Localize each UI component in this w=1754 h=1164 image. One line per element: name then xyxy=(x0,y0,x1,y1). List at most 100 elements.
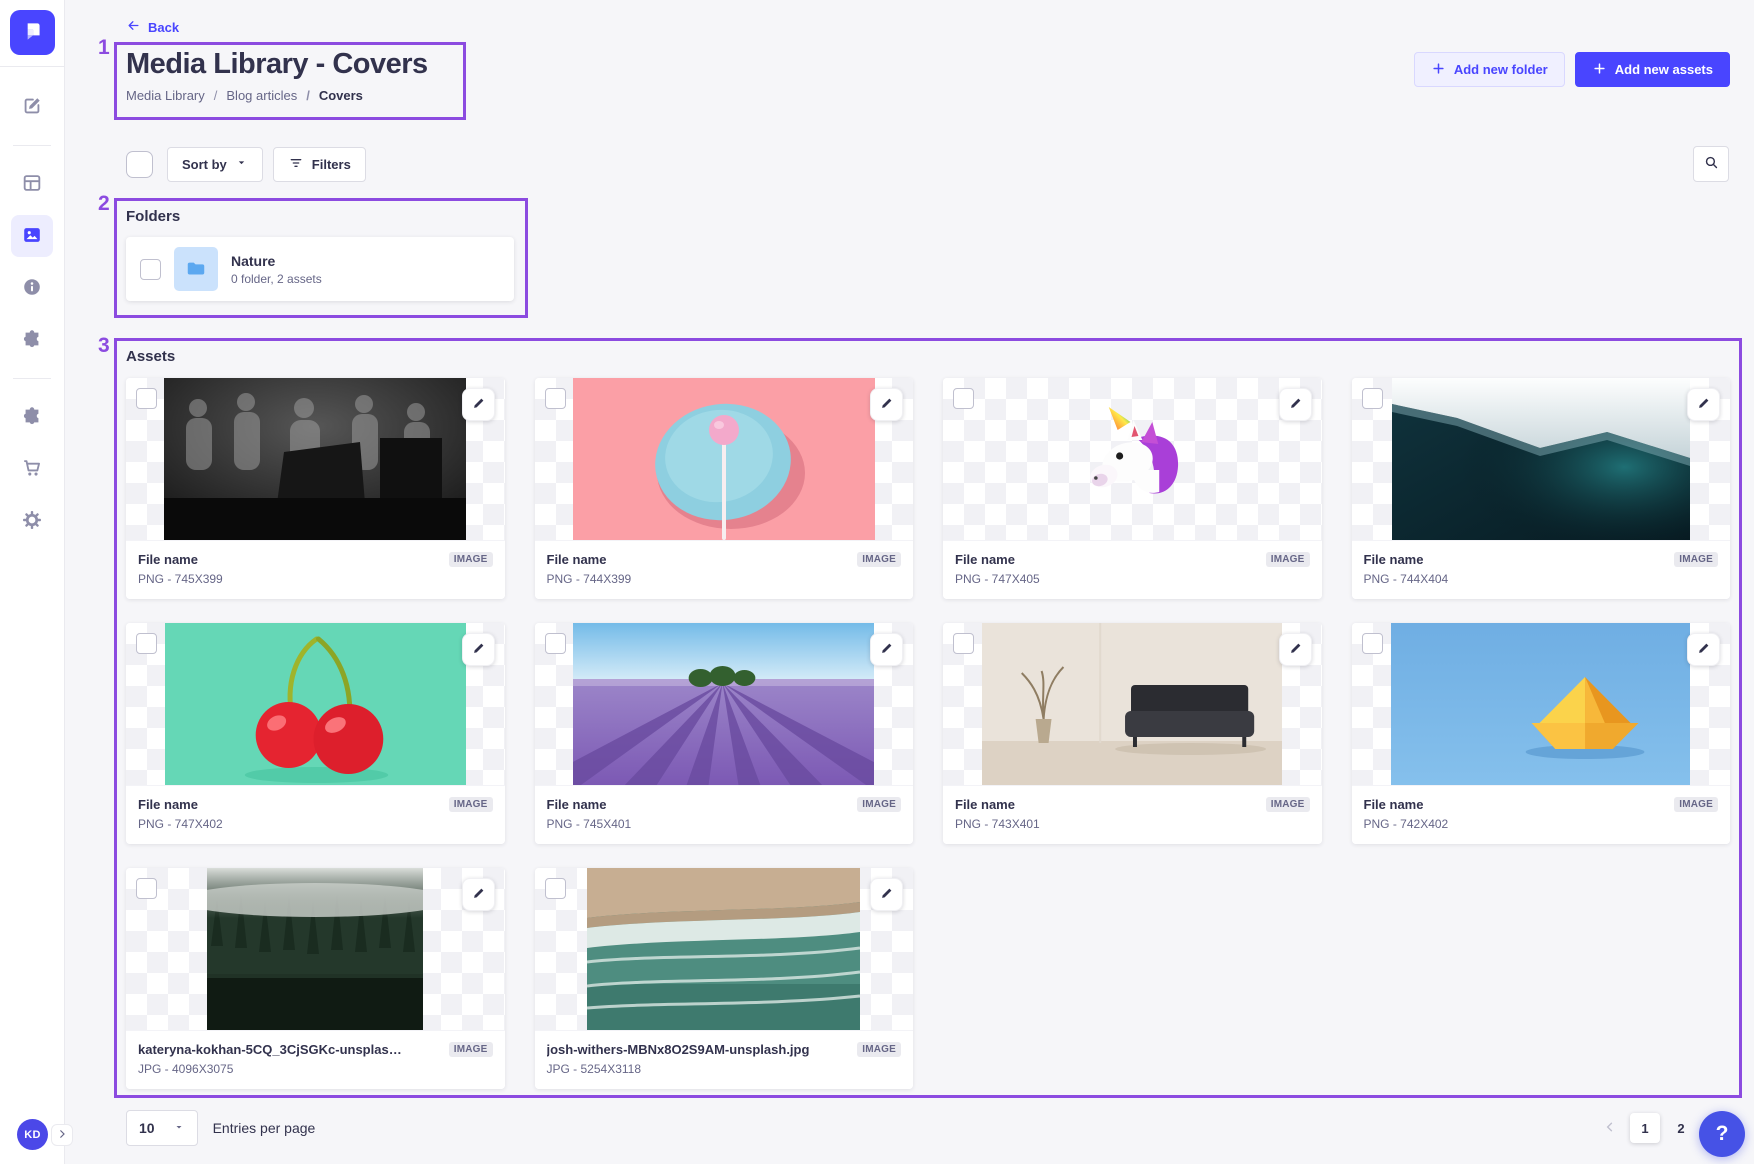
asset-image xyxy=(587,868,860,1030)
asset-info: File namePNG - 745X401IMAGE xyxy=(535,785,914,844)
edit-asset-button[interactable] xyxy=(462,878,495,911)
edit-asset-button[interactable] xyxy=(1279,388,1312,421)
search-icon xyxy=(1703,154,1720,174)
asset-card[interactable]: kateryna-kokhan-5CQ_3CjSGKc-unsplash.jpg… xyxy=(126,868,505,1089)
page-header: Media Library - Covers Media Library Blo… xyxy=(126,48,428,103)
chevron-down-icon xyxy=(173,1120,185,1136)
sidebar-item-purchase[interactable] xyxy=(11,448,53,490)
filters-label: Filters xyxy=(312,157,351,172)
asset-card[interactable]: File namePNG - 745X399IMAGE xyxy=(126,378,505,599)
edit-asset-button[interactable] xyxy=(870,878,903,911)
asset-dimensions: PNG - 744X404 xyxy=(1364,572,1449,586)
entries-per-page-value: 10 xyxy=(139,1120,155,1136)
folder-icon xyxy=(174,247,218,291)
asset-checkbox[interactable] xyxy=(545,878,566,899)
pencil-icon xyxy=(471,641,486,659)
pencil-icon xyxy=(1696,641,1711,659)
select-all-checkbox[interactable] xyxy=(126,151,153,178)
sidebar-item-content-type-builder[interactable] xyxy=(11,163,53,205)
edit-asset-button[interactable] xyxy=(1687,633,1720,666)
asset-dimensions: JPG - 4096X3075 xyxy=(138,1062,408,1076)
asset-image xyxy=(207,868,423,1030)
edit-asset-button[interactable] xyxy=(1687,388,1720,421)
asset-info: File namePNG - 742X402IMAGE xyxy=(1352,785,1731,844)
sidebar-item-settings[interactable] xyxy=(11,500,53,542)
asset-checkbox[interactable] xyxy=(953,388,974,409)
asset-card[interactable]: File namePNG - 744X399IMAGE xyxy=(535,378,914,599)
folder-card[interactable]: Nature0 folder, 2 assets xyxy=(126,237,514,301)
help-button[interactable]: ? xyxy=(1699,1111,1745,1157)
asset-file-name: File name xyxy=(138,797,223,812)
asset-thumbnail xyxy=(943,378,1322,540)
asset-thumbnail xyxy=(535,868,914,1030)
asset-card[interactable]: File namePNG - 747X405IMAGE xyxy=(943,378,1322,599)
asset-thumbnail xyxy=(535,378,914,540)
back-link[interactable]: Back xyxy=(126,18,179,36)
asset-dimensions: PNG - 744X399 xyxy=(547,572,632,586)
entries-per-page-select[interactable]: 10 xyxy=(126,1110,198,1146)
main-content: Back 1 Media Library - Covers Media Libr… xyxy=(65,0,1754,1164)
sidebar-item-documentation[interactable] xyxy=(11,267,53,309)
asset-info: File namePNG - 747X402IMAGE xyxy=(126,785,505,844)
edit-asset-button[interactable] xyxy=(870,388,903,421)
asset-file-name: File name xyxy=(955,797,1040,812)
asset-checkbox[interactable] xyxy=(1362,388,1383,409)
asset-card[interactable]: File namePNG - 742X402IMAGE xyxy=(1352,623,1731,844)
breadcrumb-media-library[interactable]: Media Library xyxy=(126,88,205,103)
sort-by-button[interactable]: Sort by xyxy=(167,147,263,182)
asset-checkbox[interactable] xyxy=(953,633,974,654)
folder-checkbox[interactable] xyxy=(140,259,161,280)
folder-name[interactable]: Nature xyxy=(231,253,322,269)
page-title: Media Library - Covers xyxy=(126,48,428,81)
asset-dimensions: PNG - 747X405 xyxy=(955,572,1040,586)
asset-card[interactable]: josh-withers-MBNx8O2S9AM-unsplash.jpgJPG… xyxy=(535,868,914,1089)
filters-button[interactable]: Filters xyxy=(273,147,366,182)
asset-checkbox[interactable] xyxy=(136,388,157,409)
edit-asset-button[interactable] xyxy=(462,633,495,666)
previous-page-button[interactable] xyxy=(1596,1114,1624,1142)
edit-asset-button[interactable] xyxy=(870,633,903,666)
sidebar-item-marketplace[interactable] xyxy=(11,396,53,438)
asset-thumbnail xyxy=(1352,623,1731,785)
add-new-assets-label: Add new assets xyxy=(1615,62,1713,77)
asset-dimensions: PNG - 747X402 xyxy=(138,817,223,831)
strapi-logo[interactable] xyxy=(10,10,55,55)
filter-icon xyxy=(288,155,304,174)
sidebar-item-media-library[interactable] xyxy=(11,215,53,257)
pencil-icon xyxy=(1696,396,1711,414)
asset-card[interactable]: File namePNG - 744X404IMAGE xyxy=(1352,378,1731,599)
asset-info: File namePNG - 745X399IMAGE xyxy=(126,540,505,599)
asset-checkbox[interactable] xyxy=(136,633,157,654)
edit-asset-button[interactable] xyxy=(462,388,495,421)
asset-thumbnail xyxy=(1352,378,1731,540)
expand-sidebar-button[interactable] xyxy=(51,1124,73,1146)
pagination-footer: 10 Entries per page 12 xyxy=(126,1110,1730,1146)
asset-info: kateryna-kokhan-5CQ_3CjSGKc-unsplash.jpg… xyxy=(126,1030,505,1089)
asset-card[interactable]: File namePNG - 745X401IMAGE xyxy=(535,623,914,844)
sidebar-item-content-manager[interactable] xyxy=(11,86,53,128)
user-avatar[interactable]: KD xyxy=(17,1119,48,1150)
asset-checkbox[interactable] xyxy=(1362,633,1383,654)
add-new-folder-button[interactable]: Add new folder xyxy=(1414,52,1565,87)
asset-type-badge: IMAGE xyxy=(1674,797,1718,812)
asset-checkbox[interactable] xyxy=(545,633,566,654)
breadcrumb-blog-articles[interactable]: Blog articles xyxy=(205,88,297,103)
add-new-assets-button[interactable]: Add new assets xyxy=(1575,52,1730,87)
chevron-right-icon xyxy=(56,1128,68,1143)
asset-checkbox[interactable] xyxy=(136,878,157,899)
sidebar-footer: KD xyxy=(0,1118,65,1152)
asset-type-badge: IMAGE xyxy=(1266,797,1310,812)
asset-checkbox[interactable] xyxy=(545,388,566,409)
asset-card[interactable]: File namePNG - 747X402IMAGE xyxy=(126,623,505,844)
toolbar: Sort by Filters xyxy=(126,146,1729,182)
search-button[interactable] xyxy=(1693,146,1729,182)
edit-asset-button[interactable] xyxy=(1279,633,1312,666)
sidebar-item-plugins[interactable] xyxy=(11,319,53,361)
sidebar: KD xyxy=(0,0,65,1164)
page-button-2[interactable]: 2 xyxy=(1666,1113,1696,1143)
page-button-1[interactable]: 1 xyxy=(1630,1113,1660,1143)
asset-info: josh-withers-MBNx8O2S9AM-unsplash.jpgJPG… xyxy=(535,1030,914,1089)
asset-file-name: File name xyxy=(547,797,632,812)
asset-card[interactable]: File namePNG - 743X401IMAGE xyxy=(943,623,1322,844)
back-label: Back xyxy=(148,20,179,35)
